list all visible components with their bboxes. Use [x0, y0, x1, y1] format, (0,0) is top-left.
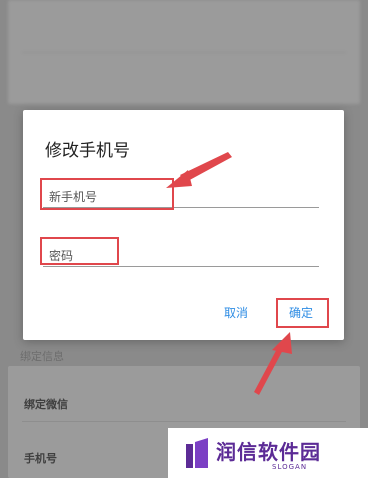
- cancel-button[interactable]: 取消: [224, 304, 248, 321]
- section-label-binding: 绑定信息: [20, 350, 64, 363]
- row-label-phone: 手机号: [24, 452, 57, 465]
- annotation-box-phone: [40, 178, 174, 210]
- annotation-box-confirm: [276, 298, 329, 328]
- background-card-top: [8, 0, 360, 104]
- divider: [22, 52, 346, 53]
- brand-name: 润信软件园: [216, 440, 321, 464]
- dialog-title: 修改手机号: [45, 141, 130, 161]
- brand-slogan: SLOGAN: [272, 463, 308, 471]
- row-label-wechat: 绑定微信: [24, 398, 68, 411]
- divider: [22, 421, 346, 422]
- annotation-box-password: [40, 237, 119, 265]
- brand-logo-icon: [186, 438, 208, 468]
- brand-watermark: 润信软件园 SLOGAN: [168, 428, 368, 478]
- field-underline: [43, 266, 319, 267]
